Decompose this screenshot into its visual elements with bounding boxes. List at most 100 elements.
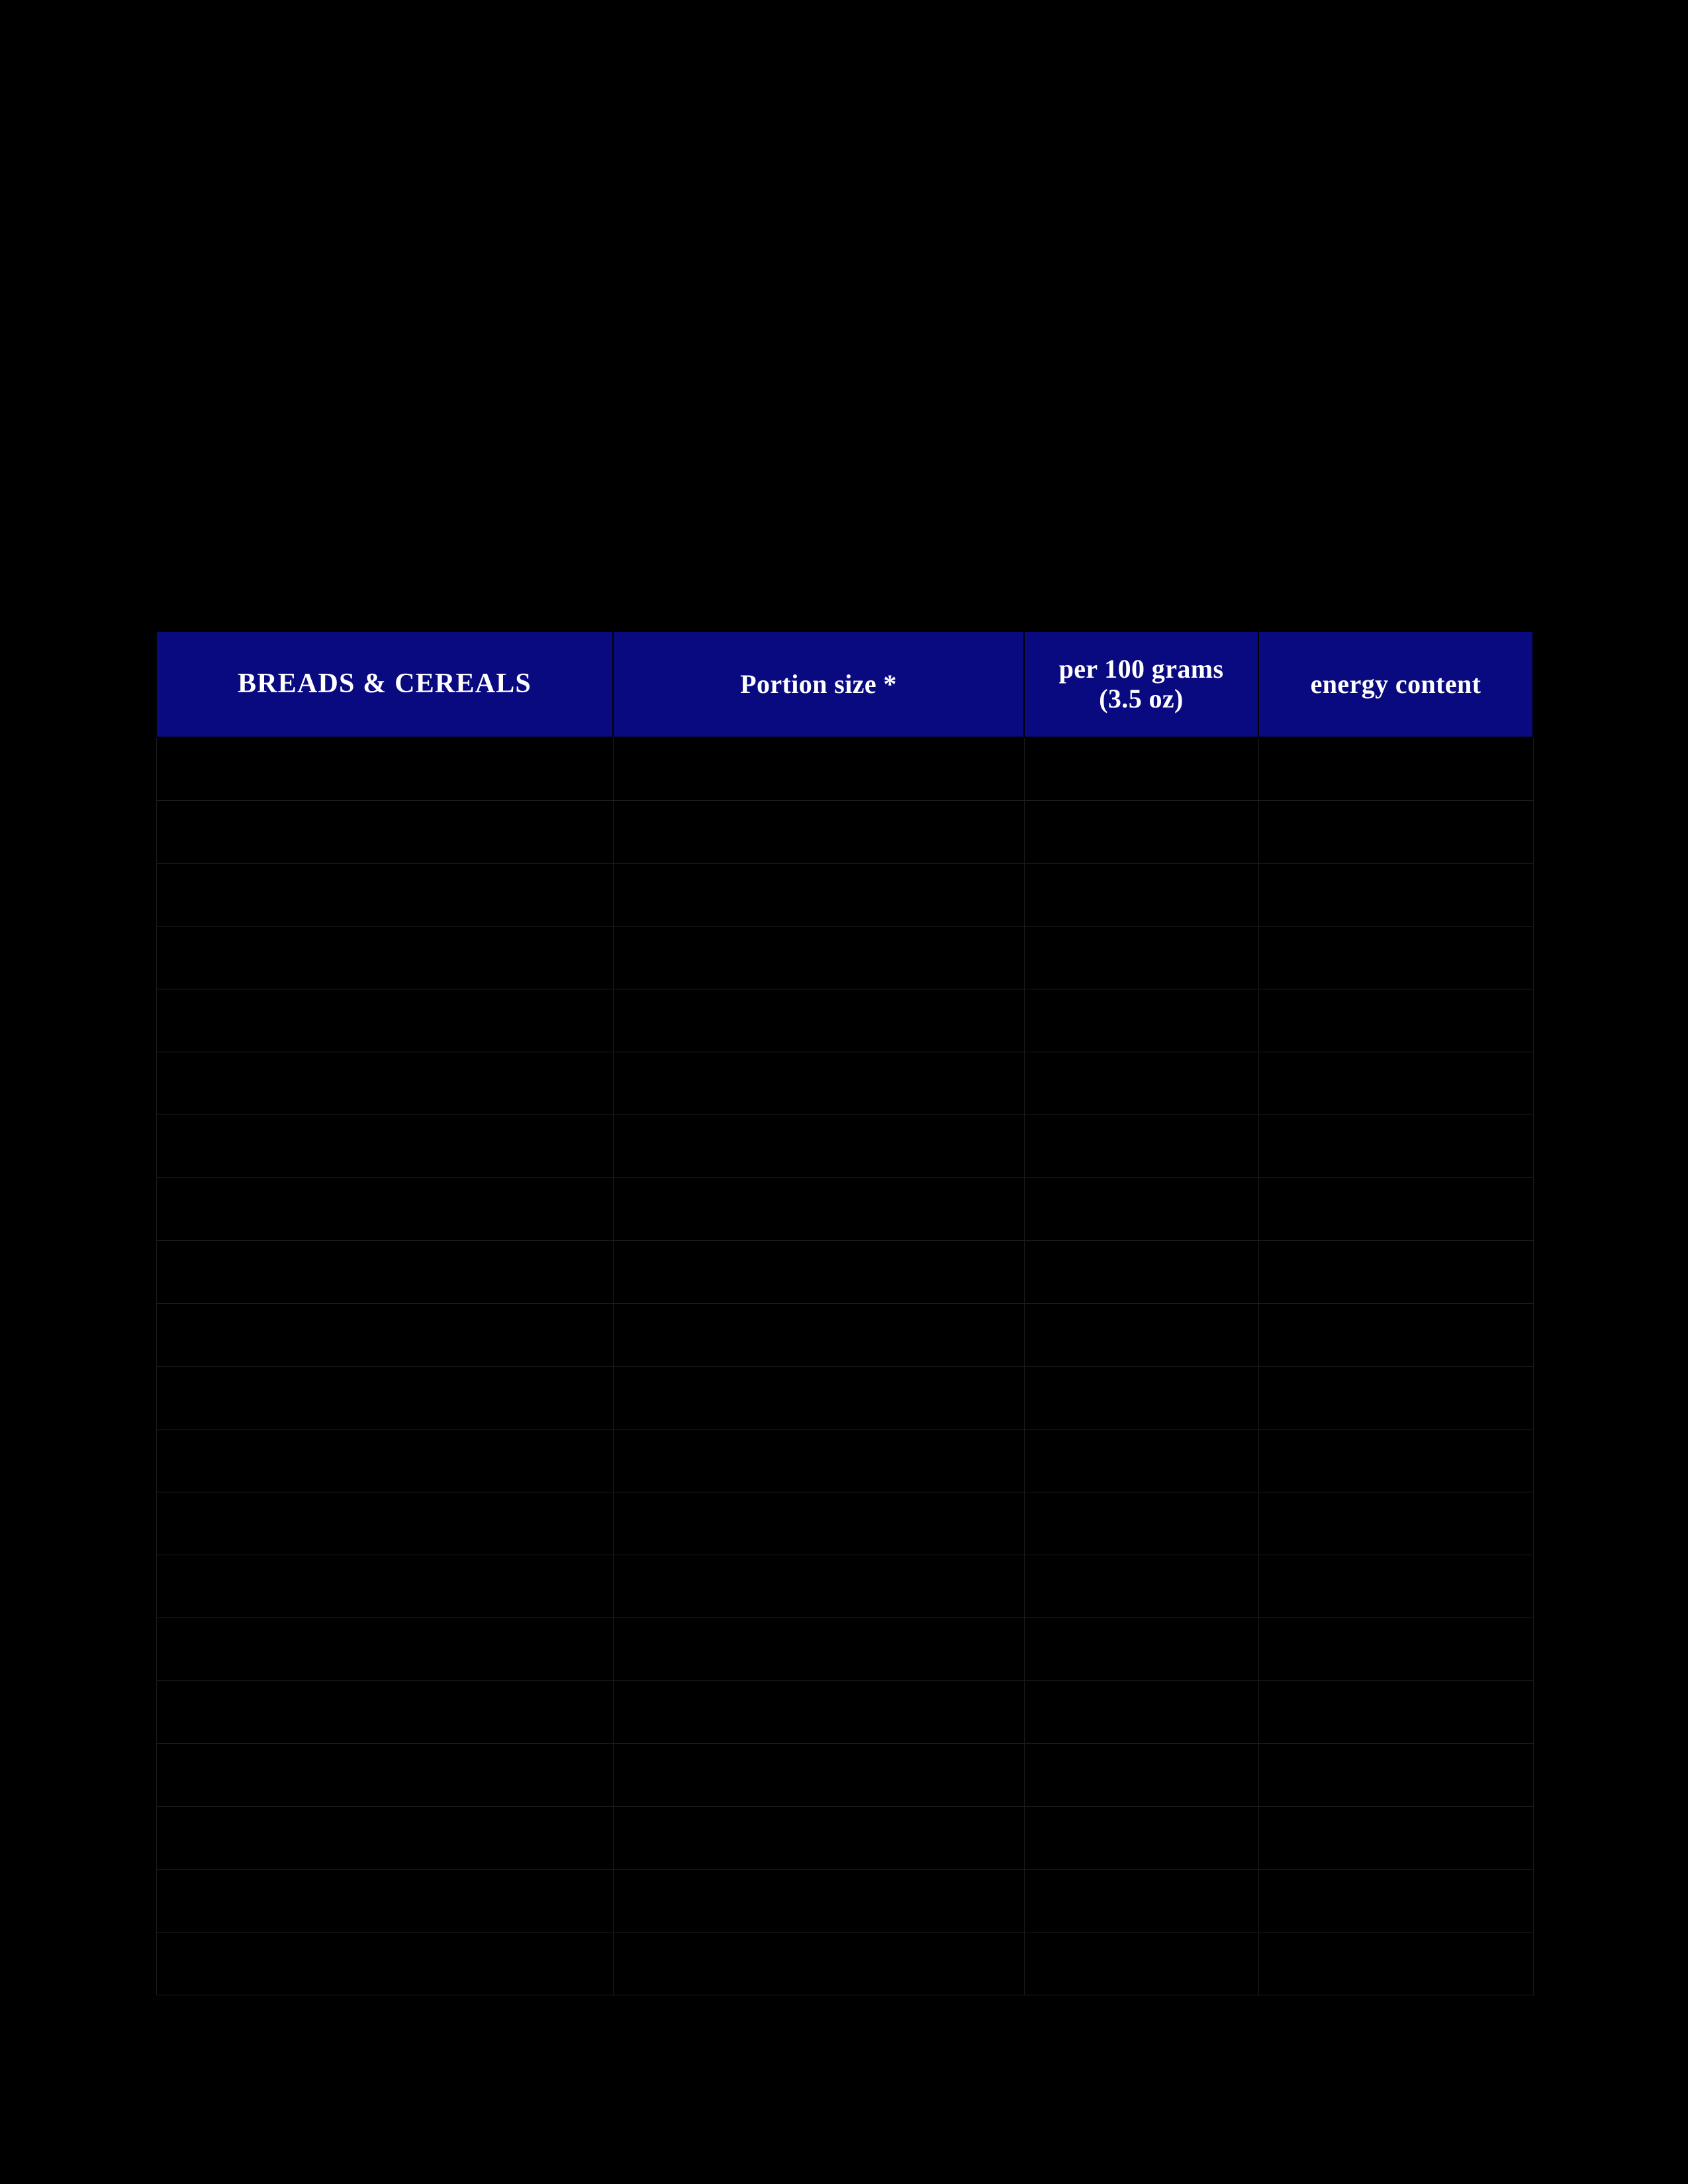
cell-food[interactable] xyxy=(156,1680,614,1744)
cell-portion[interactable] xyxy=(612,737,1025,801)
cell-food[interactable] xyxy=(156,1052,614,1115)
column-header-breads-and-cereals[interactable]: BREADS & CEREALS xyxy=(156,631,614,738)
cell-energy-content[interactable] xyxy=(1258,737,1534,801)
cell-energy-content[interactable] xyxy=(1258,1555,1534,1618)
cell-portion[interactable] xyxy=(612,1177,1025,1241)
table-row[interactable] xyxy=(156,863,1534,927)
cell-portion[interactable] xyxy=(612,1555,1025,1618)
cell-food[interactable] xyxy=(156,1115,614,1178)
cell-per-100-grams[interactable] xyxy=(1023,863,1259,927)
cell-food[interactable] xyxy=(156,1932,614,1995)
cell-energy-content[interactable] xyxy=(1258,1617,1534,1681)
table-row[interactable] xyxy=(156,1680,1534,1744)
column-header-energy-content[interactable]: energy content xyxy=(1258,631,1534,738)
cell-per-100-grams[interactable] xyxy=(1023,1240,1259,1304)
cell-portion[interactable] xyxy=(612,1115,1025,1178)
cell-per-100-grams[interactable] xyxy=(1023,926,1259,989)
cell-food[interactable] xyxy=(156,1869,614,1933)
cell-per-100-grams[interactable] xyxy=(1023,1115,1259,1178)
cell-per-100-grams[interactable] xyxy=(1023,1052,1259,1115)
table-row[interactable] xyxy=(156,989,1534,1052)
column-header-portion-size[interactable]: Portion size * xyxy=(612,631,1025,738)
cell-food[interactable] xyxy=(156,1240,614,1304)
cell-energy-content[interactable] xyxy=(1258,863,1534,927)
cell-food[interactable] xyxy=(156,1806,614,1870)
cell-food[interactable] xyxy=(156,1617,614,1681)
cell-portion[interactable] xyxy=(612,1806,1025,1870)
cell-portion[interactable] xyxy=(612,863,1025,927)
cell-energy-content[interactable] xyxy=(1258,1869,1534,1933)
table-row[interactable] xyxy=(156,1869,1534,1933)
cell-food[interactable] xyxy=(156,1492,614,1555)
cell-per-100-grams[interactable] xyxy=(1023,1177,1259,1241)
cell-energy-content[interactable] xyxy=(1258,989,1534,1052)
table-row[interactable] xyxy=(156,1115,1534,1178)
table-row[interactable] xyxy=(156,1240,1534,1304)
cell-energy-content[interactable] xyxy=(1258,1052,1534,1115)
cell-per-100-grams[interactable] xyxy=(1023,1303,1259,1367)
cell-portion[interactable] xyxy=(612,1492,1025,1555)
column-header-per-100-grams[interactable]: per 100 grams (3.5 oz) xyxy=(1023,631,1259,738)
cell-food[interactable] xyxy=(156,800,614,864)
cell-per-100-grams[interactable] xyxy=(1023,1806,1259,1870)
table-row[interactable] xyxy=(156,1806,1534,1870)
cell-food[interactable] xyxy=(156,863,614,927)
cell-energy-content[interactable] xyxy=(1258,1680,1534,1744)
cell-food[interactable] xyxy=(156,1429,614,1492)
table-row[interactable] xyxy=(156,926,1534,989)
table-row[interactable] xyxy=(156,800,1534,864)
cell-per-100-grams[interactable] xyxy=(1023,989,1259,1052)
cell-per-100-grams[interactable] xyxy=(1023,1429,1259,1492)
cell-energy-content[interactable] xyxy=(1258,1429,1534,1492)
cell-per-100-grams[interactable] xyxy=(1023,1617,1259,1681)
cell-energy-content[interactable] xyxy=(1258,800,1534,864)
cell-per-100-grams[interactable] xyxy=(1023,1492,1259,1555)
cell-portion[interactable] xyxy=(612,1429,1025,1492)
cell-per-100-grams[interactable] xyxy=(1023,1366,1259,1430)
cell-food[interactable] xyxy=(156,1743,614,1807)
cell-energy-content[interactable] xyxy=(1258,1932,1534,1995)
cell-portion[interactable] xyxy=(612,1680,1025,1744)
cell-portion[interactable] xyxy=(612,1303,1025,1367)
cell-per-100-grams[interactable] xyxy=(1023,1743,1259,1807)
table-row[interactable] xyxy=(156,1492,1534,1555)
cell-food[interactable] xyxy=(156,1303,614,1367)
cell-per-100-grams[interactable] xyxy=(1023,737,1259,801)
table-row[interactable] xyxy=(156,737,1534,801)
cell-portion[interactable] xyxy=(612,1869,1025,1933)
table-row[interactable] xyxy=(156,1743,1534,1807)
cell-energy-content[interactable] xyxy=(1258,1303,1534,1367)
cell-energy-content[interactable] xyxy=(1258,1240,1534,1304)
cell-energy-content[interactable] xyxy=(1258,1366,1534,1430)
cell-energy-content[interactable] xyxy=(1258,1492,1534,1555)
table-row[interactable] xyxy=(156,1303,1534,1367)
cell-portion[interactable] xyxy=(612,1052,1025,1115)
cell-food[interactable] xyxy=(156,926,614,989)
cell-portion[interactable] xyxy=(612,926,1025,989)
cell-portion[interactable] xyxy=(612,1617,1025,1681)
table-row[interactable] xyxy=(156,1366,1534,1430)
table-row[interactable] xyxy=(156,1617,1534,1681)
table-row[interactable] xyxy=(156,1555,1534,1618)
cell-food[interactable] xyxy=(156,1177,614,1241)
cell-energy-content[interactable] xyxy=(1258,1177,1534,1241)
cell-portion[interactable] xyxy=(612,800,1025,864)
table-row[interactable] xyxy=(156,1177,1534,1241)
cell-per-100-grams[interactable] xyxy=(1023,1555,1259,1618)
cell-per-100-grams[interactable] xyxy=(1023,1680,1259,1744)
cell-food[interactable] xyxy=(156,1366,614,1430)
cell-food[interactable] xyxy=(156,1555,614,1618)
cell-per-100-grams[interactable] xyxy=(1023,1869,1259,1933)
cell-portion[interactable] xyxy=(612,1743,1025,1807)
table-row[interactable] xyxy=(156,1052,1534,1115)
cell-energy-content[interactable] xyxy=(1258,926,1534,989)
cell-per-100-grams[interactable] xyxy=(1023,800,1259,864)
cell-energy-content[interactable] xyxy=(1258,1743,1534,1807)
cell-portion[interactable] xyxy=(612,1240,1025,1304)
cell-portion[interactable] xyxy=(612,989,1025,1052)
cell-portion[interactable] xyxy=(612,1366,1025,1430)
cell-energy-content[interactable] xyxy=(1258,1115,1534,1178)
cell-portion[interactable] xyxy=(612,1932,1025,1995)
cell-food[interactable] xyxy=(156,989,614,1052)
cell-energy-content[interactable] xyxy=(1258,1806,1534,1870)
